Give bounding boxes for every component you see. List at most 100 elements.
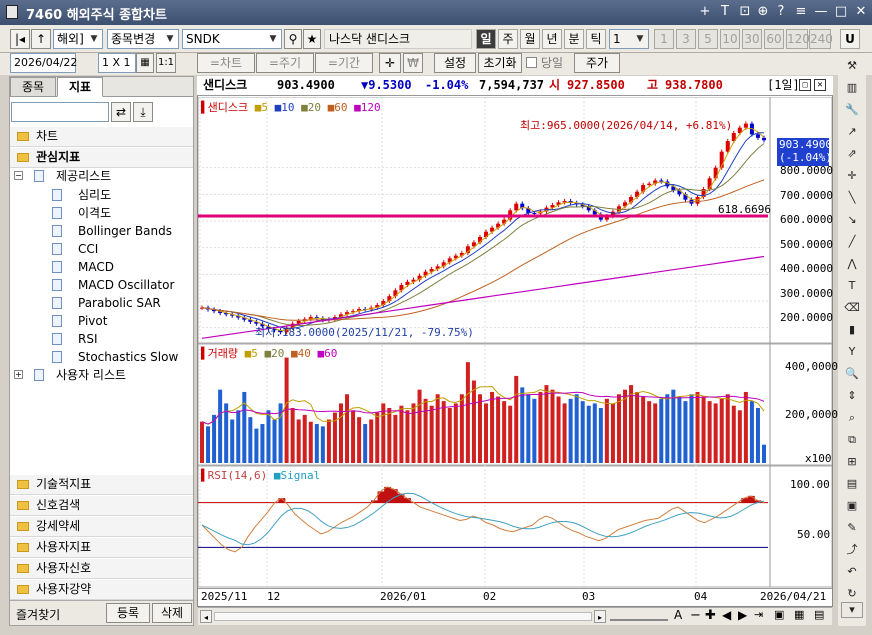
register-button[interactable]: 등록 [106, 603, 150, 623]
interval-5[interactable]: 5 [698, 29, 718, 49]
chart-scrollbar[interactable]: ◂ ▸ A − ✚ ◀ ▶ ⇥ ▣ ▦ ▤ [198, 607, 832, 625]
folder-interest[interactable]: 관심지표 [10, 148, 193, 168]
folder-3[interactable]: 사용자지표 [10, 538, 193, 558]
scroll-right-icon[interactable]: ▸ [594, 610, 606, 623]
cycle-view-button[interactable]: =주기 [256, 53, 314, 73]
compare-icon[interactable]: ⧉ [841, 430, 863, 450]
period-minute[interactable]: 분 [564, 29, 584, 49]
settings-button[interactable]: 설정 [434, 53, 476, 73]
interval-30[interactable]: 30 [742, 29, 762, 49]
scroll-track[interactable] [214, 612, 592, 621]
close-icon[interactable]: ✕ [852, 4, 870, 19]
folder-4[interactable]: 사용자신호 [10, 559, 193, 579]
period-number[interactable]: 1 ▼ [609, 29, 649, 49]
minus-icon[interactable]: − [690, 608, 701, 623]
scroll-left-icon[interactable]: ◂ [200, 610, 212, 623]
text-tool-icon[interactable]: T [841, 276, 863, 296]
text-icon[interactable]: T [716, 4, 734, 19]
folder-5[interactable]: 사용자강약 [10, 580, 193, 600]
plus-icon[interactable]: ✚ [705, 608, 716, 623]
calendar-icon[interactable]: ▦ [136, 53, 154, 73]
link-icon[interactable]: ⊕ [754, 4, 772, 19]
interval-3[interactable]: 3 [676, 29, 696, 49]
crosshair-tool-icon[interactable]: ✛ [841, 166, 863, 186]
collapse-icon[interactable]: − [14, 171, 23, 180]
tab-stock[interactable]: 종목 [10, 77, 56, 97]
redo-icon[interactable]: ↻ [841, 584, 863, 604]
window-icon[interactable]: ▣ [774, 608, 784, 621]
chart-type-icon[interactable]: ▥ [841, 78, 863, 98]
up-icon[interactable]: ↑ [31, 29, 51, 49]
crosshair-icon[interactable]: ✛ [379, 53, 401, 73]
interval-60[interactable]: 60 [764, 29, 784, 49]
pencil-icon[interactable]: ✎ [841, 518, 863, 538]
ratio-button[interactable]: 1:1 [156, 53, 176, 73]
first-icon[interactable]: |◂ [10, 29, 30, 49]
candle-icon[interactable]: ▮ [841, 320, 863, 340]
export-icon[interactable]: ⤴ [841, 540, 863, 560]
table-icon[interactable]: ▤ [841, 474, 863, 494]
font-size-icon[interactable]: A [674, 608, 682, 622]
folder-2[interactable]: 강세약세 [10, 517, 193, 537]
search-icon[interactable]: ⚲ [284, 29, 302, 49]
channel-icon[interactable]: ⋀ [841, 254, 863, 274]
period-year[interactable]: 년 [542, 29, 562, 49]
star-icon[interactable]: ★ [303, 29, 321, 49]
folder-1[interactable]: 신호검색 [10, 496, 193, 516]
refresh-icon[interactable]: ⇄ [111, 102, 131, 122]
reset-view-icon[interactable]: ⇥ [754, 608, 763, 621]
rw-icon[interactable]: ⊞ [841, 452, 863, 472]
maximize-panel-icon[interactable]: □ [799, 79, 811, 91]
period-week[interactable]: 주 [498, 29, 518, 49]
fork-icon[interactable]: Y [841, 342, 863, 362]
scale-icon[interactable]: ⇕ [841, 386, 863, 406]
menu-icon[interactable]: ≡ [792, 4, 810, 19]
minimize-icon[interactable]: — [812, 4, 830, 19]
delete-button[interactable]: 삭제 [152, 603, 192, 623]
range-view-button[interactable]: =기간 [315, 53, 373, 73]
period-day[interactable]: 일 [476, 29, 496, 49]
symbol-input[interactable]: SNDK ▼ [182, 29, 282, 49]
reset-button[interactable]: 초기화 [478, 53, 522, 73]
right-icon[interactable]: ▶ [738, 608, 747, 622]
folder-0[interactable]: 기술적지표 [10, 475, 193, 495]
plus-icon[interactable]: + [696, 4, 714, 19]
period-month[interactable]: 월 [520, 29, 540, 49]
won-icon[interactable]: ₩ [403, 53, 423, 73]
tool-menu-icon[interactable]: ⚒ [841, 56, 863, 76]
ratio-input[interactable]: 1 X 1 [98, 53, 136, 73]
grid-icon[interactable]: ▤ [814, 608, 824, 621]
market-select[interactable]: 해외] ▼ [53, 29, 103, 49]
left-icon[interactable]: ◀ [722, 608, 731, 622]
same-day-checkbox[interactable] [526, 57, 537, 68]
chart-view-button[interactable]: =차트 [197, 53, 255, 73]
interval-1[interactable]: 1 [654, 29, 674, 49]
period-tick[interactable]: 틱 [586, 29, 606, 49]
download-icon[interactable]: ⤓ [133, 102, 153, 122]
zoom-slider[interactable] [610, 612, 668, 621]
u-button[interactable]: U [840, 29, 860, 49]
grid-icon[interactable]: ▦ [794, 608, 804, 621]
zoom-icon[interactable]: 🔍 [841, 364, 863, 384]
interval-10[interactable]: 10 [720, 29, 740, 49]
date-input[interactable]: 2026/04/22 [10, 53, 77, 73]
interval-120[interactable]: 120 [786, 29, 810, 49]
eraser-icon[interactable]: ⌫ [841, 298, 863, 318]
tab-indicator[interactable]: 지표 [57, 77, 103, 97]
lock-icon[interactable]: ⊡ [736, 4, 754, 19]
trendline-icon[interactable]: ╱ [841, 232, 863, 252]
folder-chart[interactable]: 차트 [10, 127, 193, 147]
undo-icon[interactable]: ↶ [841, 562, 863, 582]
line-tool-icon[interactable]: ╲ [841, 188, 863, 208]
find-icon[interactable]: ⌕ [841, 408, 863, 428]
trade-icon[interactable]: ⇗ [841, 144, 863, 164]
wrench-icon[interactable]: 🔧 [841, 100, 863, 120]
stock-price-button[interactable]: 주가 [574, 53, 620, 73]
close-panel-icon[interactable]: ✕ [814, 79, 826, 91]
help-icon[interactable]: ? [772, 4, 790, 19]
interval-240[interactable]: 240 [809, 29, 833, 49]
price-icon[interactable]: ↗ [841, 122, 863, 142]
expand-icon[interactable]: + [14, 370, 23, 379]
indicator-search-input[interactable] [11, 102, 109, 122]
scroll-down-icon[interactable]: ▾ [841, 602, 863, 618]
